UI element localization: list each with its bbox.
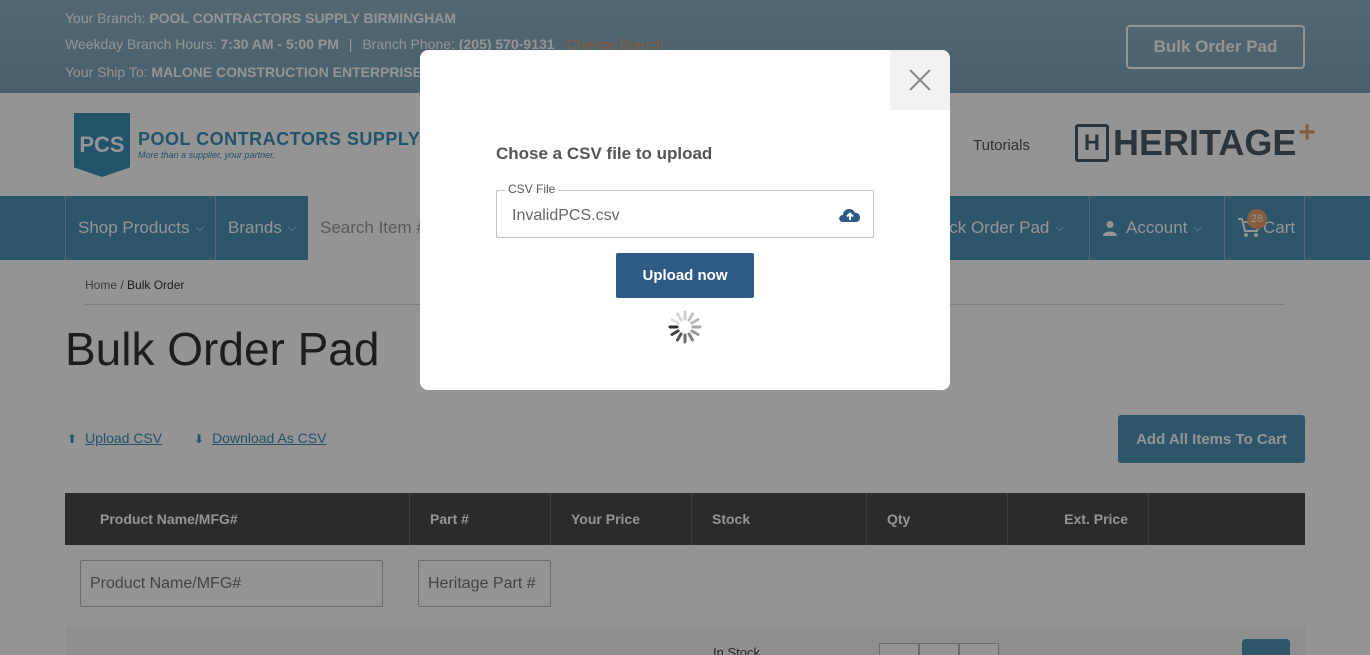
cloud-upload-icon[interactable] [837, 203, 863, 225]
loading-spinner-icon [668, 310, 702, 344]
csv-file-value: InvalidPCS.csv [512, 207, 620, 224]
csv-file-field[interactable]: CSV File InvalidPCS.csv [496, 182, 874, 238]
close-icon [909, 69, 931, 91]
upload-now-button[interactable]: Upload now [616, 253, 754, 298]
upload-csv-modal: Chose a CSV file to upload CSV File Inva… [420, 50, 950, 390]
modal-heading: Chose a CSV file to upload [496, 144, 713, 163]
csv-file-label: CSV File [505, 182, 559, 196]
close-button[interactable] [890, 50, 950, 110]
